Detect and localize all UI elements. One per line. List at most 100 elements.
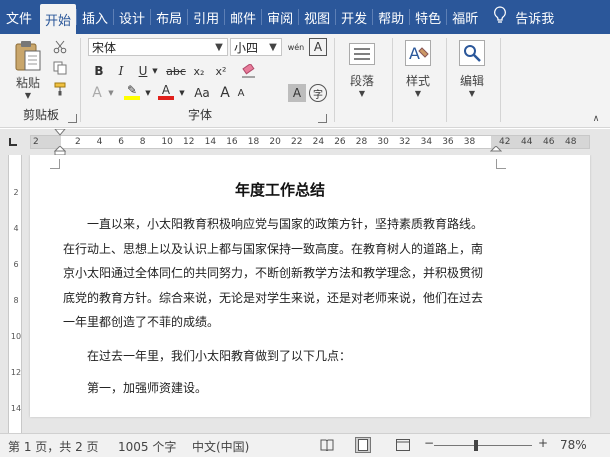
subscript-button[interactable]: x₂ xyxy=(190,62,208,80)
clear-formatting-icon[interactable] xyxy=(240,62,258,80)
zoom-slider-track[interactable] xyxy=(434,445,532,446)
text-effects-chevron-icon[interactable]: ▼ xyxy=(106,84,116,102)
highlight-color-swatch xyxy=(124,96,140,100)
superscript-button[interactable]: x² xyxy=(212,62,230,80)
font-color-chevron-icon[interactable]: ▼ xyxy=(177,84,187,102)
ribbon-tab-bar: 文件 开始 插入 设计 布局 引用 邮件 审阅 视图 开发 帮助 特色 福昕 告… xyxy=(0,0,610,34)
crop-mark xyxy=(50,159,60,169)
styles-button[interactable]: 样式 xyxy=(396,72,440,88)
status-bar: 第 1 页，共 2 页 1005 个字 中文(中国) − + 78% xyxy=(0,433,610,457)
paragraph-icon[interactable] xyxy=(346,40,378,68)
tab-design[interactable]: 设计 xyxy=(114,0,150,34)
page-count[interactable]: 第 1 页，共 2 页 xyxy=(8,438,99,455)
document-page[interactable]: 年度工作总结 一直以来，小太阳教育积极响应党与国家的政策方针，坚持素质教育路线。… xyxy=(30,155,590,417)
shrink-font-button[interactable]: A xyxy=(232,84,250,102)
paste-dropdown-chevron-icon[interactable]: ▼ xyxy=(16,90,40,100)
word-count[interactable]: 1005 个字 xyxy=(118,438,176,455)
document-paragraph-1[interactable]: 一直以来，小太阳教育积极响应党与国家的政策方针，坚持素质教育路线。 在行动上、思… xyxy=(63,212,503,335)
document-paragraph-2[interactable]: 在过去一年里，我们小太阳教育做到了以下几点： xyxy=(63,344,503,369)
ruler-number: 24 xyxy=(312,137,325,147)
styles-icon[interactable]: A xyxy=(402,38,434,68)
paragraph-button[interactable]: 段落 xyxy=(340,72,384,88)
character-border-button[interactable]: A xyxy=(309,38,327,56)
language-indicator[interactable]: 中文(中国) xyxy=(192,438,249,455)
tab-help[interactable]: 帮助 xyxy=(373,0,409,34)
horizontal-ruler-bar: 2 2 4 6 8 10 12 14 16 18 20 22 24 26 28 30 32 34 36 38 42 44… xyxy=(0,129,610,156)
tab-insert[interactable]: 插入 xyxy=(77,0,113,34)
copy-icon[interactable] xyxy=(50,59,70,77)
cut-icon[interactable] xyxy=(50,38,70,56)
tell-me-box[interactable]: 告诉我 xyxy=(493,0,554,34)
tab-mailings[interactable]: 邮件 xyxy=(225,0,261,34)
editing-chevron-icon[interactable]: ▼ xyxy=(450,88,494,98)
search-icon[interactable] xyxy=(456,38,488,68)
tab-developer[interactable]: 开发 xyxy=(336,0,372,34)
styles-chevron-icon[interactable]: ▼ xyxy=(396,88,440,98)
ruler-number: 22 xyxy=(291,137,303,147)
zoom-out-button[interactable]: − xyxy=(424,436,434,450)
document-title[interactable]: 年度工作总结 xyxy=(30,179,530,200)
ruler-number: 8 xyxy=(13,296,19,305)
font-color-letter: A xyxy=(161,83,171,97)
bold-button[interactable]: B xyxy=(90,62,108,80)
tab-featured[interactable]: 特色 xyxy=(410,0,446,34)
phonetic-guide-label: wén xyxy=(287,42,305,52)
tab-review[interactable]: 审阅 xyxy=(262,0,298,34)
vertical-ruler[interactable]: 2 4 6 8 10 12 14 xyxy=(8,155,22,433)
text-effects-button[interactable]: A xyxy=(88,84,106,102)
ruler-number: 36 xyxy=(442,137,454,147)
phonetic-guide-button[interactable]: wén xyxy=(285,38,307,56)
vertical-scrollbar[interactable] xyxy=(596,155,610,433)
ruler-number: 38 xyxy=(463,137,476,147)
zoom-level[interactable]: 78% xyxy=(560,438,587,452)
group-divider xyxy=(80,38,81,122)
zoom-in-button[interactable]: + xyxy=(538,436,548,450)
format-painter-icon[interactable] xyxy=(50,80,70,98)
ruler-number: 48 xyxy=(565,137,577,147)
tab-file[interactable]: 文件 xyxy=(0,0,40,34)
ruler-number: 34 xyxy=(420,137,433,147)
text-highlight-button[interactable]: ✎ xyxy=(122,83,142,101)
tab-references[interactable]: 引用 xyxy=(188,0,224,34)
print-layout-icon[interactable] xyxy=(355,437,371,456)
clipboard-launcher-icon[interactable] xyxy=(68,114,77,123)
document-paragraph-3[interactable]: 第一，加强师资建设。 xyxy=(63,376,503,401)
paragraph-line: 在行动上、思想上以及认识上都与国家保持一致高度。在教育树人的道路上，南 xyxy=(63,241,484,256)
read-mode-icon[interactable] xyxy=(320,439,334,454)
change-case-button[interactable]: Aa xyxy=(190,84,214,102)
ruler-number: 2 xyxy=(13,188,19,197)
first-line-indent-icon[interactable] xyxy=(54,129,66,139)
chevron-down-icon: ▼ xyxy=(269,41,277,53)
ribbon: 粘贴 ▼ 剪贴板 宋体 ▼ 小四 ▼ wén A B I U ▼ abc x₂ … xyxy=(0,34,610,128)
ruler-number: 44 xyxy=(521,137,533,147)
paragraph-chevron-icon[interactable]: ▼ xyxy=(340,88,384,98)
group-divider xyxy=(500,38,501,122)
collapse-ribbon-icon[interactable]: ∧ xyxy=(590,114,602,124)
editing-button[interactable]: 编辑 xyxy=(450,72,494,88)
font-name-combo[interactable]: 宋体 ▼ xyxy=(88,38,228,56)
tab-layout[interactable]: 布局 xyxy=(151,0,187,34)
tab-view[interactable]: 视图 xyxy=(299,0,335,34)
ruler-number: 32 xyxy=(399,137,411,147)
font-launcher-icon[interactable] xyxy=(318,114,327,123)
ruler-number: 4 xyxy=(96,137,103,147)
zoom-slider-thumb[interactable] xyxy=(474,440,478,451)
paste-icon[interactable] xyxy=(10,38,46,74)
character-shading-button[interactable]: A xyxy=(288,84,306,102)
font-size-value: 小四 xyxy=(234,40,259,55)
paste-button[interactable]: 粘贴 xyxy=(10,74,46,90)
font-size-combo[interactable]: 小四 ▼ xyxy=(230,38,282,56)
ruler-number: 4 xyxy=(13,224,19,233)
highlight-chevron-icon[interactable]: ▼ xyxy=(143,84,153,102)
strikethrough-button[interactable]: abc xyxy=(164,62,188,80)
tab-home[interactable]: 开始 xyxy=(40,4,77,34)
tab-foxit[interactable]: 福昕 xyxy=(447,0,483,34)
font-group-label: 字体 xyxy=(187,108,212,122)
web-layout-icon[interactable] xyxy=(396,439,410,454)
font-color-button[interactable]: A xyxy=(156,83,176,101)
tab-selector-icon[interactable] xyxy=(9,138,17,146)
enclose-characters-button[interactable]: 字 xyxy=(309,84,327,102)
underline-chevron-icon[interactable]: ▼ xyxy=(150,62,160,80)
horizontal-ruler[interactable]: 2 2 4 6 8 10 12 14 16 18 20 22 24 26 28 30 32 34 36 38 42 44… xyxy=(30,135,590,149)
italic-button[interactable]: I xyxy=(112,62,130,80)
